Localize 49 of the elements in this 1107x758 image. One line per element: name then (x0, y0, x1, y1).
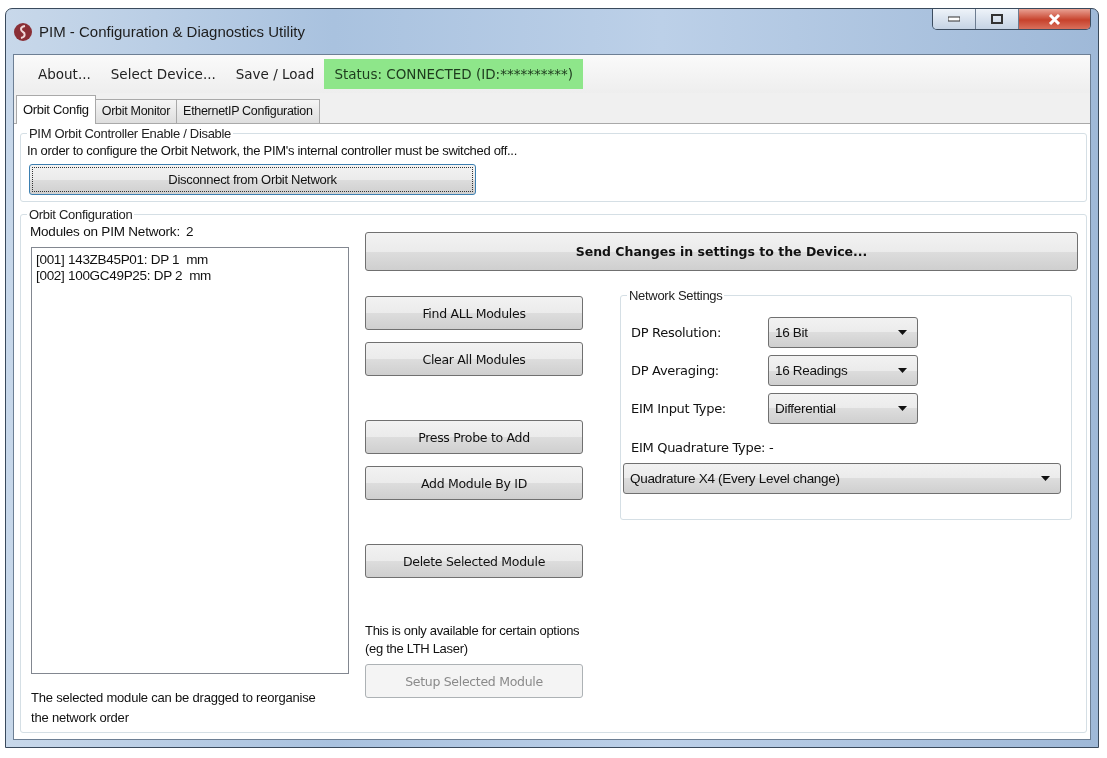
app-logo-icon (13, 21, 33, 42)
action-button[interactable]: Press Probe to Add (365, 420, 583, 454)
tab[interactable]: Orbit Config (16, 95, 96, 124)
menu-item[interactable]: About... (28, 66, 101, 82)
list-item[interactable]: [001] 143ZB45P01: DP 1 mm (35, 252, 210, 268)
action-button[interactable]: Delete Selected Module (365, 544, 583, 578)
modules-list[interactable]: [001] 143ZB45P01: DP 1 mm [002] 100GC49P25: DP 2 mm (31, 247, 349, 674)
action-button[interactable]: Add Module By ID (365, 466, 583, 500)
dropdown-value: 16 Readings (775, 363, 848, 378)
dropdown-value: 16 Bit (775, 325, 808, 340)
group-title: PIM Orbit Controller Enable / Disable (28, 126, 233, 141)
minimize-button[interactable] (933, 9, 976, 29)
dropdown-arrow-icon (898, 368, 907, 373)
close-button[interactable] (1019, 9, 1090, 29)
maximize-button[interactable] (976, 9, 1019, 29)
field-label: EIM Input Type: (631, 401, 727, 416)
info-text: In order to configure the Orbit Network, the PIM's internal controller must be switched off... (27, 143, 518, 158)
dropdown-arrow-icon (898, 330, 907, 335)
tab[interactable]: Orbit Monitor (94, 99, 178, 123)
window-title: PIM - Configuration & Diagnostics Utility (39, 23, 305, 40)
minimize-icon (948, 16, 960, 22)
send-button[interactable]: Send Changes in settings to the Device... (365, 232, 1078, 271)
dropdown[interactable]: Quadrature X4 (Every Level change) (623, 463, 1061, 494)
status-indicator: Status: CONNECTED (ID:**********) (324, 59, 583, 89)
list-item[interactable]: [002] 100GC49P25: DP 2 mm (35, 268, 213, 284)
dropdown-value: Differential (775, 401, 836, 416)
field-label: DP Averaging: (631, 363, 720, 378)
group-title: Orbit Configuration (28, 207, 134, 222)
hint-text: This is only available for certain options (eg the LTH Laser) (365, 622, 581, 658)
dropdown-arrow-icon (1041, 476, 1050, 481)
dropdown[interactable]: Differential (768, 393, 918, 424)
action-button[interactable]: Find ALL Modules (365, 296, 583, 330)
group-title: Network Settings (628, 288, 724, 303)
dropdown-value: Quadrature X4 (Every Level change) (630, 471, 840, 486)
modules-label: Modules on PIM Network: (30, 224, 180, 239)
menu-item[interactable]: Select Device... (100, 66, 226, 82)
dropdown[interactable]: 16 Readings (768, 355, 918, 386)
modules-count: 2 (185, 224, 194, 239)
hint-text: The selected module can be dragged to reorganise the network order (31, 689, 317, 727)
tab[interactable]: EthernetIP Configuration (176, 99, 320, 123)
dropdown[interactable]: 16 Bit (768, 317, 918, 348)
menu-item[interactable]: Save / Load (225, 66, 325, 82)
close-icon (1048, 13, 1061, 25)
dropdown-arrow-icon (898, 406, 907, 411)
field-label: DP Resolution: (631, 325, 723, 340)
maximize-icon (991, 14, 1003, 24)
disconnect-button[interactable]: Disconnect from Orbit Network (29, 164, 476, 195)
field-label: EIM Quadrature Type: - (631, 440, 775, 455)
action-button[interactable]: Clear All Modules (365, 342, 583, 376)
